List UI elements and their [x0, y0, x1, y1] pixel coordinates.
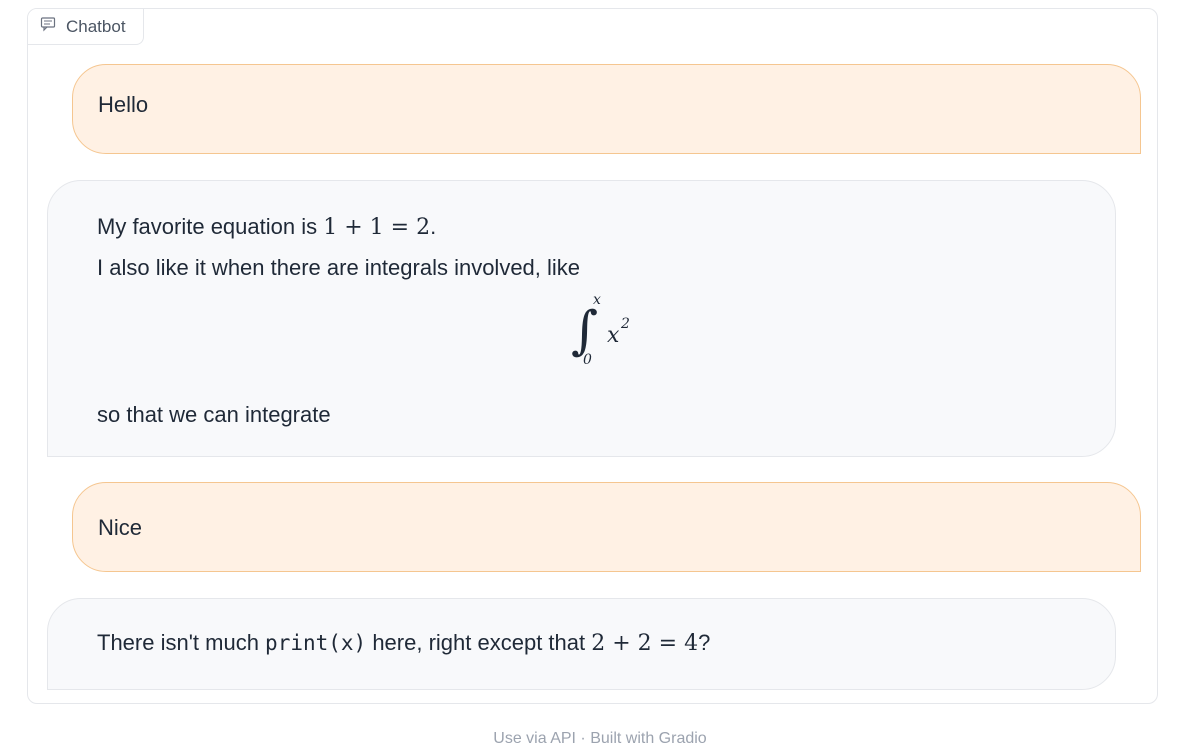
- message-text: Hello: [98, 92, 149, 117]
- message-text: There isn't much: [97, 630, 266, 655]
- message-text: Nice: [98, 515, 143, 540]
- message-line: so that we can integrate: [97, 402, 331, 427]
- inline-code: print(x): [265, 631, 367, 655]
- integrand-exponent: 2: [620, 316, 630, 332]
- message-text: ?: [698, 630, 711, 655]
- user-message: Nice: [72, 482, 1141, 572]
- user-message: Hello: [72, 64, 1141, 154]
- integral-equation: ∫ x 0 x 2: [571, 292, 630, 368]
- chatbot-label-text: Chatbot: [66, 16, 126, 36]
- message-line: My favorite equation is 1 + 1 = 2.: [97, 207, 1066, 248]
- message-text: My favorite equation is: [97, 214, 324, 239]
- footer: Use via API · Built with Gradio: [0, 730, 1200, 748]
- bot-message: There isn't much print(x) here, right ex…: [47, 598, 1116, 690]
- integrand: x: [607, 323, 620, 348]
- footer-text[interactable]: Use via API · Built with Gradio: [493, 730, 706, 747]
- message-text: here, right except that: [366, 630, 592, 655]
- chatbot-panel: Chatbot Hello My favorite equation is 1 …: [27, 8, 1158, 704]
- integral-lower-bound: 0: [583, 352, 592, 368]
- integral-upper-bound: x: [593, 292, 601, 308]
- bot-message: My favorite equation is 1 + 1 = 2. I als…: [47, 180, 1116, 457]
- chat-bubble-icon: [40, 16, 66, 37]
- message-line: I also like it when there are integrals …: [97, 255, 581, 280]
- chatbot-label: Chatbot: [28, 9, 144, 45]
- inline-math: 1 + 1 = 2: [323, 215, 431, 240]
- inline-math: 2 + 2 = 4: [591, 631, 699, 656]
- display-math-container: ∫ x 0 x 2: [97, 288, 1066, 395]
- message-text: .: [430, 214, 437, 239]
